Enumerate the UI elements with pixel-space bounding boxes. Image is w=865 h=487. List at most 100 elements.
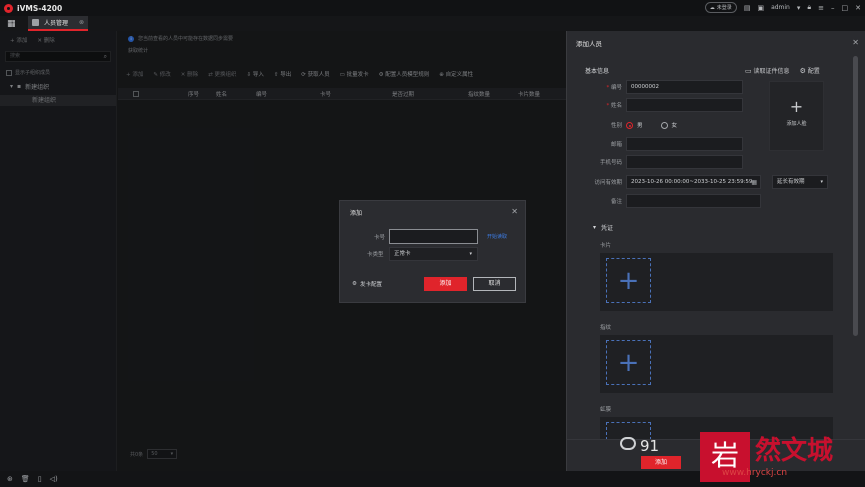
title-bar: iVMS-4200 ☁ 未登录 ▤ ▣ admin ▾ 🔒︎ ≡ – □ ✕ — [0, 0, 865, 16]
chevron-down-icon: ▾ — [469, 251, 472, 257]
gender-male-radio[interactable]: 男 — [626, 121, 643, 129]
field-row-validity: 访问有效期 2023-10-26 00:00:00~2033-10-25 23:… — [567, 175, 865, 190]
config-label: 配置 — [807, 68, 820, 75]
add-person-drawer: 添加人员 ✕ 基本信息 ▭ 读取证件信息 ⚙ 配置 * 编号 00000002 … — [566, 31, 865, 471]
plus-icon: + — [617, 347, 640, 378]
basic-info-section: 基本信息 — [585, 68, 610, 75]
iris-section-label: 虹膜 — [600, 407, 612, 413]
issue-config-label: 发卡配置 — [359, 282, 382, 288]
issue-config-button[interactable]: ⚙ 发卡配置 — [352, 280, 382, 288]
app-title: iVMS-4200 — [17, 3, 63, 13]
cloud-login-button[interactable]: ☁ 未登录 — [704, 2, 737, 13]
gender-female-radio[interactable]: 女 — [660, 121, 678, 129]
close-icon[interactable]: ✕ — [855, 4, 861, 12]
add-fingerprint-button[interactable]: + — [606, 340, 651, 385]
tab-person-management[interactable]: 人员管理 ⊗ — [28, 16, 88, 31]
validity-field[interactable]: 2023-10-26 00:00:00~2033-10-25 23:59:59 … — [626, 175, 761, 189]
watermark-url: www.hryckj.cn — [722, 468, 788, 478]
email-field[interactable] — [626, 137, 743, 151]
remark-field[interactable] — [626, 194, 761, 208]
lock-icon[interactable]: 🔒︎ — [807, 3, 811, 12]
message-icon[interactable]: ▤ — [744, 4, 751, 12]
module-grid-icon[interactable]: ▦ — [7, 19, 16, 29]
fingerprint-area: + — [600, 335, 833, 393]
read-id-label: 读取证件信息 — [753, 68, 790, 75]
add-card-dialog: 添加 ✕ 卡号 开始读取 卡类型 正常卡 ▾ ⚙ 发卡配置 添加 取消 — [339, 200, 526, 303]
card-type-select[interactable]: 正常卡 ▾ — [389, 247, 478, 261]
male-label: 男 — [637, 123, 643, 129]
minimize-icon[interactable]: – — [831, 4, 835, 12]
email-field-label: 邮箱 — [610, 142, 622, 148]
gear-icon: ⚙ — [352, 281, 357, 287]
read-id-button[interactable]: ▭ 读取证件信息 — [745, 66, 790, 75]
female-label: 女 — [671, 123, 678, 129]
validity-value: 2023-10-26 00:00:00~2033-10-25 23:59:59 — [631, 179, 753, 185]
watermark-number: 91 — [640, 437, 660, 455]
drawer-scrollbar[interactable] — [853, 56, 858, 336]
caret-down-icon: ▾ — [593, 224, 597, 231]
config-button[interactable]: ⚙ 配置 — [800, 66, 820, 75]
radio-checked-icon — [626, 122, 633, 129]
radio-unchecked-icon — [660, 122, 668, 129]
calendar-icon[interactable]: ▦ — [751, 177, 757, 189]
validity-type-value: 延长有效期 — [777, 179, 805, 185]
wechat-icon — [620, 437, 636, 450]
maximize-icon[interactable]: □ — [842, 4, 849, 12]
gear-icon: ⚙ — [799, 67, 806, 75]
id-card-icon: ▭ — [745, 67, 752, 75]
dialog-cancel-button[interactable]: 取消 — [473, 277, 516, 291]
fingerprint-section-label: 指纹 — [600, 325, 612, 331]
drawer-header: 添加人员 ✕ — [567, 31, 865, 55]
credential-section-toggle[interactable]: ▾ 凭证 — [593, 223, 613, 232]
drawer-title: 添加人员 — [576, 40, 602, 48]
card-area: + — [600, 253, 833, 311]
add-face-label: 添加人脸 — [786, 121, 807, 127]
cloud-icon: ☁ — [709, 4, 715, 11]
phone-field-label: 手机号码 — [599, 160, 622, 166]
trash-icon[interactable]: 🗑︎ — [21, 475, 30, 483]
watermark-text: 然文城 — [755, 436, 834, 466]
card-type-label: 卡类型 — [367, 252, 384, 258]
remark-field-label: 备注 — [610, 199, 622, 205]
dialog-title: 添加 — [350, 210, 363, 217]
add-card-button[interactable]: + — [606, 258, 651, 303]
card-no-input[interactable] — [389, 229, 478, 244]
card-no-label: 卡号 — [374, 235, 386, 241]
id-field[interactable]: 00000002 — [626, 80, 743, 94]
field-row-remark: 备注 — [567, 194, 865, 209]
credential-section-label: 凭证 — [601, 225, 614, 232]
plus-icon: + — [789, 97, 804, 116]
plus-icon: + — [617, 265, 640, 296]
image-icon[interactable]: ▣ — [757, 4, 764, 12]
add-face-button[interactable]: + 添加人脸 — [769, 81, 824, 151]
drawer-close-icon[interactable]: ✕ — [852, 38, 859, 47]
card-type-value: 正常卡 — [394, 251, 411, 257]
cloud-login-label: 未登录 — [716, 5, 732, 11]
tab-bar: ▦ 人员管理 ⊗ — [0, 16, 865, 31]
name-field-label: * 姓名 — [606, 103, 622, 109]
chevron-down-icon: ▾ — [820, 179, 823, 185]
alarm-icon[interactable]: ⊛ — [7, 475, 13, 483]
validity-type-select[interactable]: 延长有效期 ▾ — [772, 175, 828, 189]
dialog-close-icon[interactable]: ✕ — [511, 207, 518, 216]
tab-close-icon[interactable]: ⊗ — [79, 19, 84, 26]
document-icon[interactable]: ▯ — [38, 475, 42, 483]
app-logo-icon — [4, 3, 13, 13]
phone-field[interactable] — [626, 155, 743, 169]
field-row-phone: 手机号码 — [567, 155, 865, 170]
name-label-text: 姓名 — [610, 103, 622, 109]
gender-field-label: 性别 — [610, 123, 622, 129]
dialog-confirm-button[interactable]: 添加 — [424, 277, 467, 291]
card-section-label: 卡片 — [600, 243, 612, 249]
start-read-link[interactable]: 开始读取 — [487, 233, 507, 240]
user-menu[interactable]: admin — [771, 4, 790, 11]
chevron-down-icon[interactable]: ▾ — [797, 4, 801, 12]
menu-icon[interactable]: ≡ — [818, 4, 824, 12]
name-field[interactable] — [626, 98, 743, 112]
person-icon — [32, 19, 39, 26]
sound-icon[interactable]: ◁) — [50, 475, 58, 483]
id-label-text: 编号 — [610, 85, 622, 91]
tab-label: 人员管理 — [44, 20, 69, 27]
validity-field-label: 访问有效期 — [594, 180, 622, 186]
id-field-label: * 编号 — [606, 85, 622, 91]
